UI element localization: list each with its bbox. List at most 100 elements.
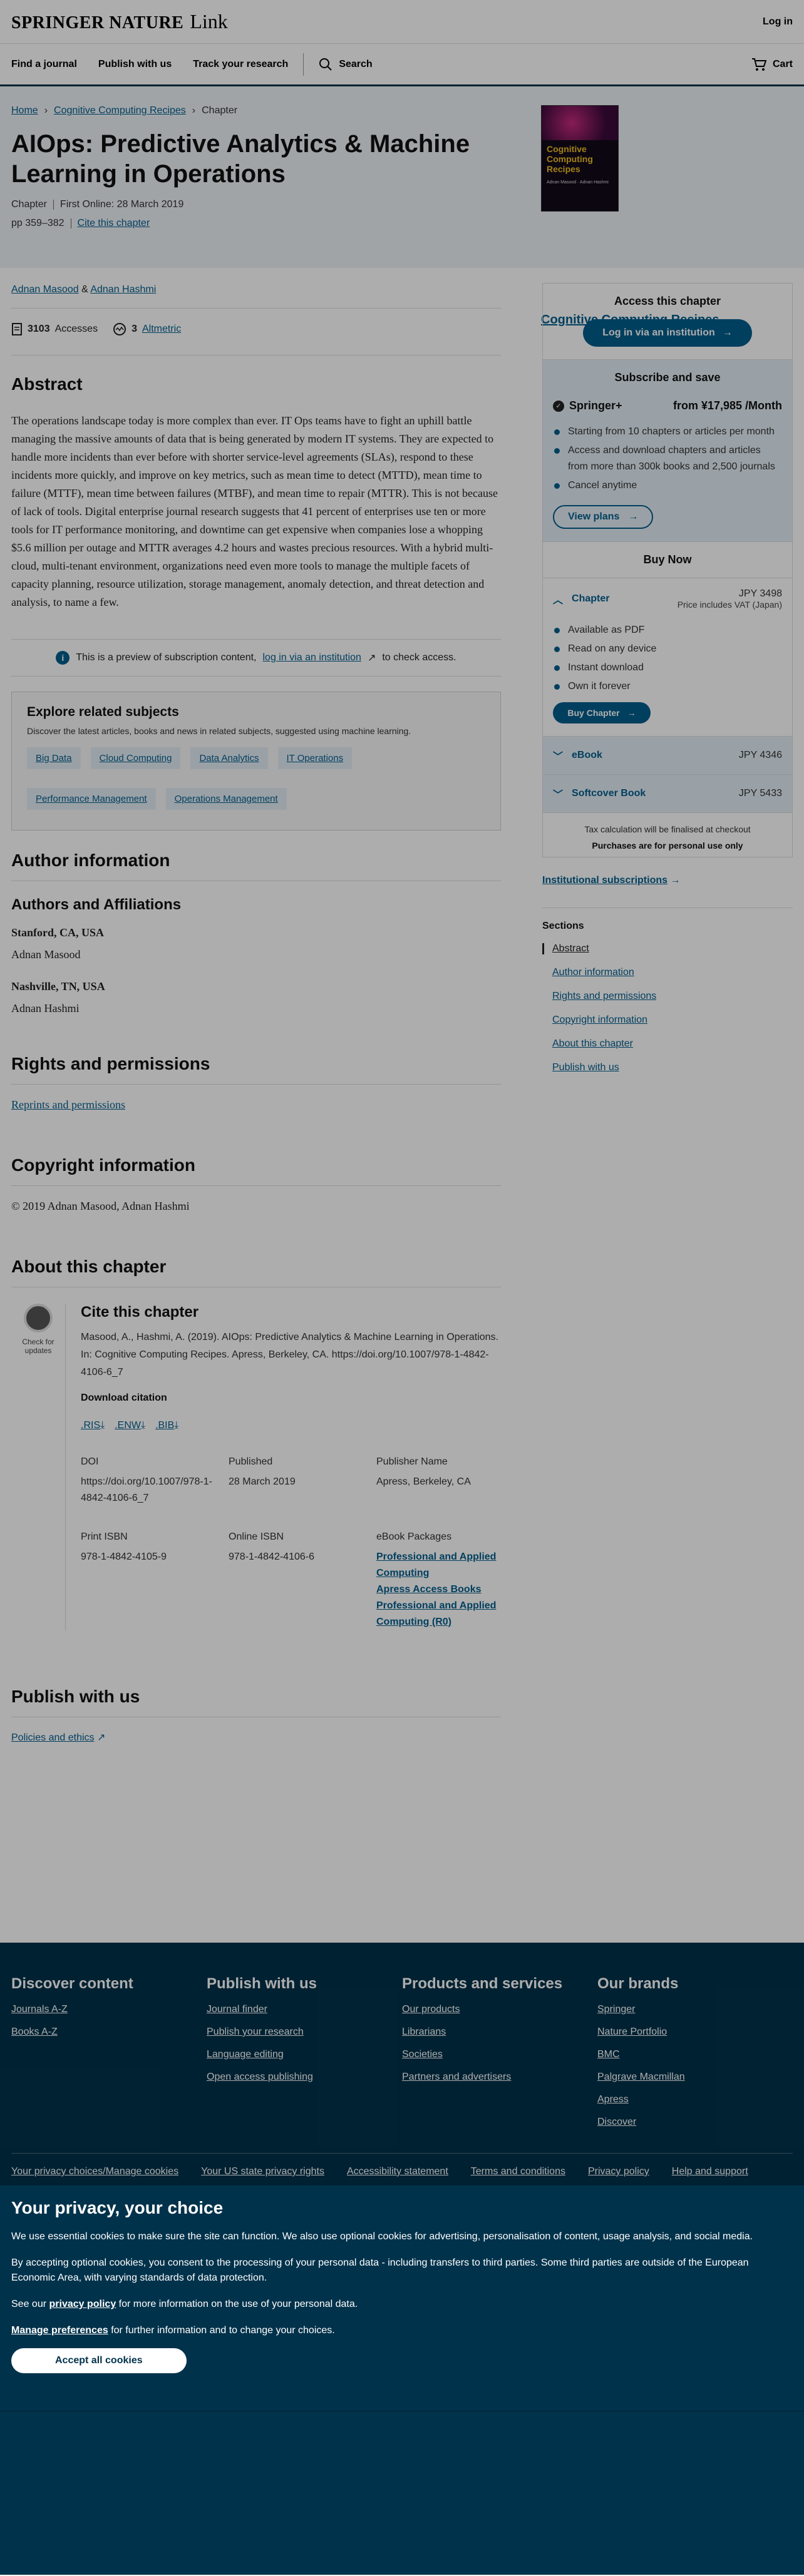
nav-track-research[interactable]: Track your research <box>193 59 288 70</box>
footer-link[interactable]: Books A-Z <box>11 2027 207 2038</box>
nav-divider <box>303 53 304 76</box>
breadcrumb-current: Chapter <box>202 105 238 116</box>
footer-link[interactable]: Open access publishing <box>207 2072 402 2083</box>
book-cover[interactable]: Cognitive Computing Recipes Adnan Masood… <box>541 105 619 212</box>
cart-label: Cart <box>772 58 793 69</box>
breadcrumb-home[interactable]: Home <box>11 105 38 116</box>
publish-heading: Publish with us <box>11 1687 501 1717</box>
copyright-text: © 2019 Adnan Masood, Adnan Hashmi <box>11 1200 190 1212</box>
ebook-option[interactable]: ﹀ eBook JPY 4346 <box>543 736 792 774</box>
footer-link[interactable]: Librarians <box>402 2027 597 2038</box>
cover-title: Cognitive Computing Recipes <box>547 144 593 174</box>
login-link[interactable]: Log in <box>763 16 793 28</box>
doi-label: DOI <box>81 1456 99 1467</box>
subject-chip[interactable]: Cloud Computing <box>90 747 181 769</box>
tax-text: Tax calculation will be finalised at che… <box>584 824 751 834</box>
section-link-publish[interactable]: Publish with us <box>542 1062 793 1073</box>
subject-chip[interactable]: Performance Management <box>27 788 156 810</box>
first-online: First Online: 28 March 2019 <box>59 199 184 210</box>
footer-link[interactable]: Journal finder <box>207 2004 402 2015</box>
section-link-abstract[interactable]: Abstract <box>542 943 793 954</box>
footer-heading: Our brands <box>597 1975 679 1992</box>
site-header: SPRINGER NATURE Link Log in <box>0 0 804 44</box>
footer-legal-link[interactable]: Your privacy choices/Manage cookies <box>11 2166 178 2177</box>
footer-link[interactable]: Springer <box>597 2004 793 2015</box>
nav-find-journal[interactable]: Find a journal <box>11 59 77 70</box>
online-isbn-cell: Online ISBN 978-1-4842-4106-6 <box>229 1531 376 1630</box>
softcover-price: JPY 5433 <box>738 788 782 799</box>
package-link[interactable]: Professional and Applied Computing (R0) <box>376 1598 524 1630</box>
buy-chapter-button[interactable]: Buy Chapter → <box>553 702 651 723</box>
download-icon: ⤓ <box>100 1420 105 1431</box>
footer-link[interactable]: Nature Portfolio <box>597 2027 793 2038</box>
cookie-text: By accepting optional cookies, you conse… <box>11 2257 749 2283</box>
footer-link[interactable]: Language editing <box>207 2049 402 2060</box>
brand-name: SPRINGER NATURE <box>11 13 184 33</box>
nav-publish[interactable]: Publish with us <box>98 59 172 70</box>
footer-link[interactable]: Publish your research <box>207 2027 402 2038</box>
footer-link[interactable]: Societies <box>402 2049 597 2060</box>
institution-login-label: Log in via an institution <box>602 327 715 338</box>
chapter-option[interactable]: ︿ Chapter JPY 3498 Price includes VAT (Jap… <box>543 578 792 620</box>
preview-text-end: to check access. <box>382 652 456 663</box>
footer-link[interactable]: Journals A-Z <box>11 2004 207 2015</box>
cookie-text: for more information on the use of your … <box>118 2299 358 2309</box>
author-info-heading: Author information <box>11 851 501 881</box>
subject-chip[interactable]: Big Data <box>27 747 81 769</box>
springer-link-logo[interactable]: SPRINGER NATURE Link <box>11 10 228 33</box>
cite-this-chapter-link[interactable]: Cite this chapter <box>78 218 150 229</box>
cart-button[interactable]: Cart <box>751 58 793 71</box>
section-link-author-info[interactable]: Author information <box>542 967 793 978</box>
download-ris-link[interactable]: .RIS <box>81 1420 100 1431</box>
buy-section: Buy Now ︿ Chapter JPY 3498 Price includes … <box>543 541 792 857</box>
nav-search-button[interactable]: Search <box>319 58 373 71</box>
reprints-link[interactable]: Reprints and permissions <box>11 1098 125 1111</box>
institutional-subscriptions-link[interactable]: Institutional subscriptions <box>542 875 667 886</box>
footer-legal-link[interactable]: Accessibility statement <box>347 2166 448 2177</box>
badge-label: Check for updates <box>22 1337 54 1355</box>
print-isbn-value: 978-1-4842-4105-9 <box>81 1551 167 1562</box>
author-link[interactable]: Adnan Hashmi <box>90 284 156 295</box>
section-link-about[interactable]: About this chapter <box>542 1038 793 1050</box>
policies-link[interactable]: Policies and ethics <box>11 1732 95 1743</box>
footer-link[interactable]: Partners and advertisers <box>402 2072 597 2083</box>
footer-legal-link[interactable]: Terms and conditions <box>471 2166 565 2177</box>
download-enw-link[interactable]: .ENW <box>115 1420 141 1431</box>
footer-link[interactable]: Discover <box>597 2117 793 2128</box>
chapter-price: JPY 3498 <box>738 588 782 599</box>
institution-login-button[interactable]: Log in via an institution → <box>583 319 752 347</box>
breadcrumb: Home › Cognitive Computing Recipes › Cha… <box>11 105 793 116</box>
footer-column-publish: Publish with us Journal finder Publish y… <box>207 1975 402 2128</box>
arrow-right-icon: → <box>628 511 639 522</box>
altmetric-metric[interactable]: 3 Altmetric <box>113 322 181 336</box>
footer-link[interactable]: BMC <box>597 2049 793 2060</box>
manage-preferences-link[interactable]: Manage preferences <box>11 2325 108 2336</box>
subscription-price: from ¥17,985 /Month <box>673 399 782 412</box>
footer-link[interactable]: Apress <box>597 2094 793 2105</box>
institution-login-link[interactable]: log in via an institution <box>263 652 361 663</box>
subject-chip[interactable]: IT Operations <box>277 747 353 769</box>
section-link-rights[interactable]: Rights and permissions <box>542 991 793 1002</box>
footer-legal-link[interactable]: Your US state privacy rights <box>201 2166 324 2177</box>
breadcrumb-book[interactable]: Cognitive Computing Recipes <box>54 105 186 116</box>
download-bib-link[interactable]: .BIB <box>155 1420 174 1431</box>
package-link[interactable]: Apress Access Books <box>376 1582 524 1598</box>
footer-legal-link[interactable]: Help and support <box>672 2166 748 2177</box>
chapter-option-label: Chapter <box>572 593 610 604</box>
search-label: Search <box>339 58 373 69</box>
view-plans-button[interactable]: View plans → <box>553 505 654 529</box>
check-for-updates-badge[interactable]: Check for updates <box>11 1304 65 1630</box>
footer-link[interactable]: Palgrave Macmillan <box>597 2072 793 2083</box>
footer-link[interactable]: Our products <box>402 2004 597 2015</box>
package-link[interactable]: Professional and Applied Computing <box>376 1549 524 1582</box>
privacy-policy-link[interactable]: privacy policy <box>49 2299 116 2309</box>
author-link[interactable]: Adnan Masood <box>11 284 79 295</box>
subject-chip[interactable]: Operations Management <box>165 788 287 810</box>
section-link-copyright[interactable]: Copyright information <box>542 1015 793 1026</box>
softcover-option[interactable]: ﹀ Softcover Book JPY 5433 <box>543 774 792 812</box>
access-box: Access this chapter Log in via an instit… <box>542 283 793 857</box>
altmetric-link[interactable]: Altmetric <box>142 324 181 335</box>
subject-chip[interactable]: Data Analytics <box>190 747 268 769</box>
footer-legal-link[interactable]: Privacy policy <box>588 2166 649 2177</box>
accept-cookies-button[interactable]: Accept all cookies <box>11 2348 187 2373</box>
